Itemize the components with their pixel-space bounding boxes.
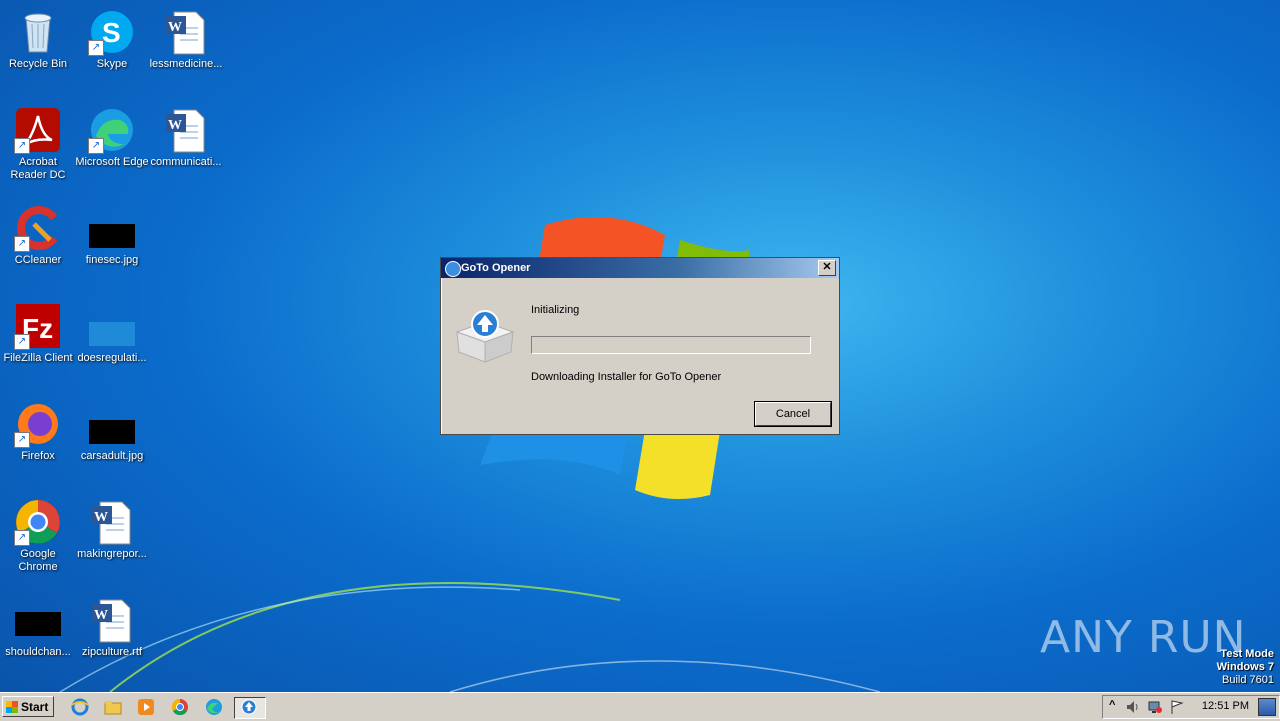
taskbar-clock[interactable]: 12:51 PM: [1202, 700, 1249, 712]
image-file-icon: [14, 596, 62, 644]
svg-text:W: W: [94, 510, 108, 525]
desktop-icon-label: shouldchan...: [5, 646, 71, 658]
desktop-icon-label: Google Chrome: [18, 548, 58, 573]
dialog-titlebar[interactable]: GoTo Opener ✕: [441, 258, 839, 278]
desktop-icon-label: FileZilla Client: [3, 352, 73, 364]
desktop-icon-label: Firefox: [21, 450, 55, 462]
desktop-icon-label: finesec.jpg: [85, 254, 139, 266]
desktop-icon-ccleaner[interactable]: ↗ CCleaner: [0, 198, 76, 267]
start-button[interactable]: Start: [2, 696, 54, 717]
desktop-icon-firefox[interactable]: ↗ Firefox: [0, 394, 76, 463]
desktop-icon-communicati[interactable]: W communicati...: [148, 100, 224, 169]
desktop-icon-label: lessmedicine...: [149, 58, 223, 70]
desktop-icon-zipculture[interactable]: W zipculture.rtf: [74, 590, 150, 659]
desktop-icon-label: Skype: [96, 58, 128, 70]
desktop-icon-filezilla[interactable]: Fz ↗ FileZilla Client: [0, 296, 76, 365]
goto-app-icon: [445, 261, 461, 277]
chrome-icon: ↗: [14, 498, 62, 546]
test-mode-watermark: Test Mode Windows 7 Build 7601: [1217, 648, 1274, 687]
desktop-icon-label: zipculture.rtf: [82, 646, 142, 658]
shortcut-arrow-icon: ↗: [14, 530, 30, 546]
watermark-line: Test Mode: [1220, 648, 1274, 660]
shortcut-arrow-icon: ↗: [88, 40, 104, 56]
taskbar-goto-opener-icon[interactable]: [234, 697, 266, 719]
start-label: Start: [21, 700, 49, 714]
skype-icon: S ↗: [88, 8, 136, 56]
goto-opener-dialog: GoTo Opener ✕ Initializing Downloading I…: [440, 257, 840, 435]
anyrun-watermark: ANY RUN: [1040, 612, 1247, 663]
desktop-icon-label: Acrobat Reader DC: [10, 156, 66, 181]
image-file-icon: [88, 400, 136, 448]
recycle-bin-icon: [14, 8, 62, 56]
cancel-button[interactable]: Cancel: [755, 402, 831, 426]
taskbar-edge-icon[interactable]: [204, 697, 226, 717]
shortcut-arrow-icon: ↗: [14, 236, 30, 252]
close-button[interactable]: ✕: [818, 260, 836, 276]
firefox-icon: ↗: [14, 400, 62, 448]
desktop-icon-label: carsadult.jpg: [80, 450, 144, 462]
desktop-icon-acrobat[interactable]: ↗ Acrobat Reader DC: [0, 100, 76, 182]
desktop-icon-doesregulati[interactable]: doesregulati...: [74, 296, 150, 365]
desktop-icon-label: doesregulati...: [77, 352, 147, 364]
acrobat-icon: ↗: [14, 106, 62, 154]
svg-text:W: W: [168, 118, 182, 133]
show-hidden-icons-button[interactable]: ^: [1109, 699, 1115, 711]
word-document-icon: W: [88, 596, 136, 644]
desktop-icon-carsadult[interactable]: carsadult.jpg: [74, 394, 150, 463]
desktop-icon-label: communicati...: [150, 156, 222, 168]
watermark-line: Build 7601: [1222, 674, 1274, 686]
download-message: Downloading Installer for GoTo Opener: [531, 371, 722, 383]
desktop-icon-makingrepor[interactable]: W makingrepor...: [74, 492, 150, 561]
windows-flag-icon: [6, 701, 18, 713]
word-document-icon: W: [162, 8, 210, 56]
desktop-icon-shouldchan[interactable]: shouldchan...: [0, 590, 76, 659]
shortcut-arrow-icon: ↗: [14, 138, 30, 154]
network-icon[interactable]: [1147, 699, 1163, 715]
desktop-icon-chrome[interactable]: ↗ Google Chrome: [0, 492, 76, 574]
shortcut-arrow-icon: ↗: [88, 138, 104, 154]
desktop-icon-label: makingrepor...: [77, 548, 147, 560]
desktop-icon-label: CCleaner: [14, 254, 62, 266]
desktop-icon-finesec[interactable]: finesec.jpg: [74, 198, 150, 267]
dialog-title: GoTo Opener: [461, 262, 531, 274]
taskbar-chrome-icon[interactable]: [170, 697, 192, 717]
taskbar-media-player-icon[interactable]: [136, 697, 158, 717]
system-tray: ^ 12:51 PM: [1102, 695, 1280, 719]
ccleaner-icon: ↗: [14, 204, 62, 252]
installer-box-icon: [455, 310, 515, 363]
desktop-icon-skype[interactable]: S ↗ Skype: [74, 2, 150, 71]
status-text: Initializing: [531, 304, 580, 316]
desktop-icon-edge[interactable]: ↗ Microsoft Edge: [74, 100, 150, 169]
word-document-icon: W: [88, 498, 136, 546]
watermark-line: Windows 7: [1216, 661, 1274, 673]
svg-text:S: S: [102, 17, 121, 48]
volume-icon[interactable]: [1125, 699, 1141, 715]
show-desktop-button[interactable]: [1258, 698, 1276, 716]
taskbar: Start ^ 12:51 PM: [0, 692, 1280, 721]
image-file-icon: [88, 204, 136, 252]
desktop-icon-lessmedicine[interactable]: W lessmedicine...: [148, 2, 224, 71]
filezilla-icon: Fz ↗: [14, 302, 62, 350]
shortcut-arrow-icon: ↗: [14, 432, 30, 448]
shortcut-arrow-icon: ↗: [14, 334, 30, 350]
taskbar-ie-icon[interactable]: [70, 697, 92, 717]
image-file-icon: [88, 302, 136, 350]
desktop-icon-label: Microsoft Edge: [75, 156, 149, 168]
action-center-flag-icon[interactable]: [1169, 699, 1185, 715]
taskbar-explorer-icon[interactable]: [103, 697, 125, 717]
desktop-icon-recycle-bin[interactable]: Recycle Bin: [0, 2, 76, 71]
svg-text:W: W: [168, 20, 182, 35]
download-progress-bar: [531, 336, 811, 354]
svg-text:W: W: [94, 608, 108, 623]
edge-icon: ↗: [88, 106, 136, 154]
desktop-icon-label: Recycle Bin: [8, 58, 68, 70]
word-document-icon: W: [162, 106, 210, 154]
